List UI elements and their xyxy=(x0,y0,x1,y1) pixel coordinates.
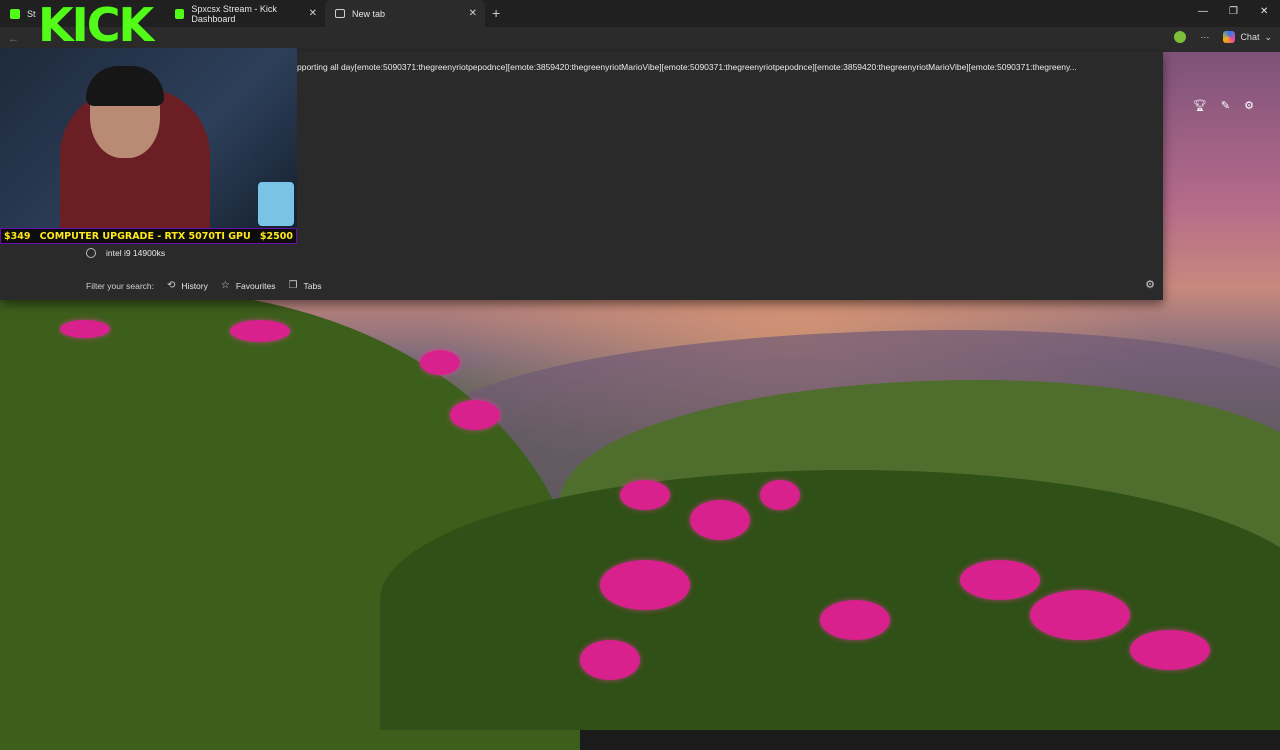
copilot-icon xyxy=(1223,31,1236,43)
flower-cluster xyxy=(230,320,290,342)
goal-target: $2500 xyxy=(259,230,293,242)
filter-favourites-button[interactable]: ☆ Favourites xyxy=(221,280,276,291)
page-icon xyxy=(335,9,345,18)
flower-cluster xyxy=(60,320,110,338)
flower-cluster xyxy=(960,560,1040,600)
flower-cluster xyxy=(820,600,890,640)
copilot-chat-button[interactable]: Chat ⌄ xyxy=(1223,31,1272,43)
tab-title: New tab xyxy=(352,8,386,19)
back-arrow-icon[interactable]: ← xyxy=(8,33,19,45)
suggestion-label: intel i9 14900ks xyxy=(106,248,166,258)
pencil-icon[interactable]: ✎ xyxy=(1221,99,1230,112)
extension-icon[interactable] xyxy=(1174,31,1187,43)
close-tab-icon[interactable]: ✕ xyxy=(309,8,317,19)
toolbar-right: ··· Chat ⌄ xyxy=(1174,31,1272,43)
kick-favicon-icon xyxy=(10,8,20,19)
webcam-overlay xyxy=(0,48,297,228)
donation-goal-bar: $349 COMPUTER UPGRADE - RTX 5070TI GPU $… xyxy=(0,228,297,244)
goal-label: COMPUTER UPGRADE - RTX 5070TI GPU xyxy=(39,230,251,242)
filter-favourites-label: Favourites xyxy=(235,280,276,291)
foreground-bushes xyxy=(380,470,1280,730)
history-icon xyxy=(86,248,96,258)
tab-strip: St Spxcsx Stream - Kick Dashboard ✕ New … xyxy=(0,0,1280,27)
restore-button[interactable]: ❐ xyxy=(1229,6,1238,17)
mug xyxy=(258,182,294,226)
flower-cluster xyxy=(420,350,460,375)
search-filter-row: Filter your search: ⟲ History ☆ Favourit… xyxy=(86,280,321,291)
filter-history-label: History xyxy=(181,280,208,291)
kick-logo: KICK xyxy=(38,0,154,52)
flower-cluster xyxy=(620,480,670,510)
history-suggestion[interactable]: intel i9 14900ks xyxy=(86,248,165,258)
ntp-toolbar: 🏆︎ ✎ ⚙ xyxy=(1163,92,1280,118)
close-window-button[interactable]: ✕ xyxy=(1260,6,1268,17)
goal-current: $349 xyxy=(4,230,31,242)
gear-icon[interactable]: ⚙ xyxy=(1244,99,1254,112)
filter-label: Filter your search: xyxy=(86,280,155,291)
filter-tabs-button[interactable]: ❐ Tabs xyxy=(289,280,322,291)
flower-cluster xyxy=(580,640,640,680)
streamer-beanie xyxy=(86,66,164,106)
tabs-icon: ❐ xyxy=(288,280,298,291)
gear-icon[interactable]: ⚙ xyxy=(1145,278,1155,291)
chevron-down-icon: ⌄ xyxy=(1264,31,1272,42)
tab-kick-dashboard[interactable]: Spxcsx Stream - Kick Dashboard ✕ xyxy=(165,0,325,27)
flower-cluster xyxy=(1030,590,1130,640)
close-tab-icon[interactable]: ✕ xyxy=(469,8,477,19)
more-options-button[interactable]: ··· xyxy=(1200,32,1209,42)
filter-history-button[interactable]: ⟲ History xyxy=(167,280,208,291)
chat-label: Chat xyxy=(1240,32,1260,42)
new-tab-button[interactable]: + xyxy=(492,5,500,21)
trophy-icon[interactable]: 🏆︎ xyxy=(1193,99,1207,112)
flower-cluster xyxy=(690,500,750,540)
tab-new-tab[interactable]: New tab ✕ xyxy=(325,0,485,27)
flower-cluster xyxy=(450,400,500,430)
flower-cluster xyxy=(1130,630,1210,670)
flower-cluster xyxy=(760,480,800,510)
address-input[interactable]: pporting all day[emote:5090371:thegreeny… xyxy=(297,62,1157,72)
flower-cluster xyxy=(600,560,690,610)
tab-title: St xyxy=(27,8,36,19)
star-icon: ☆ xyxy=(220,280,230,291)
tab-title: Spxcsx Stream - Kick Dashboard xyxy=(191,3,277,24)
minimize-button[interactable]: — xyxy=(1198,6,1208,17)
kick-favicon-icon xyxy=(175,8,185,19)
history-icon: ⟲ xyxy=(167,280,176,291)
filter-tabs-label: Tabs xyxy=(303,280,322,291)
